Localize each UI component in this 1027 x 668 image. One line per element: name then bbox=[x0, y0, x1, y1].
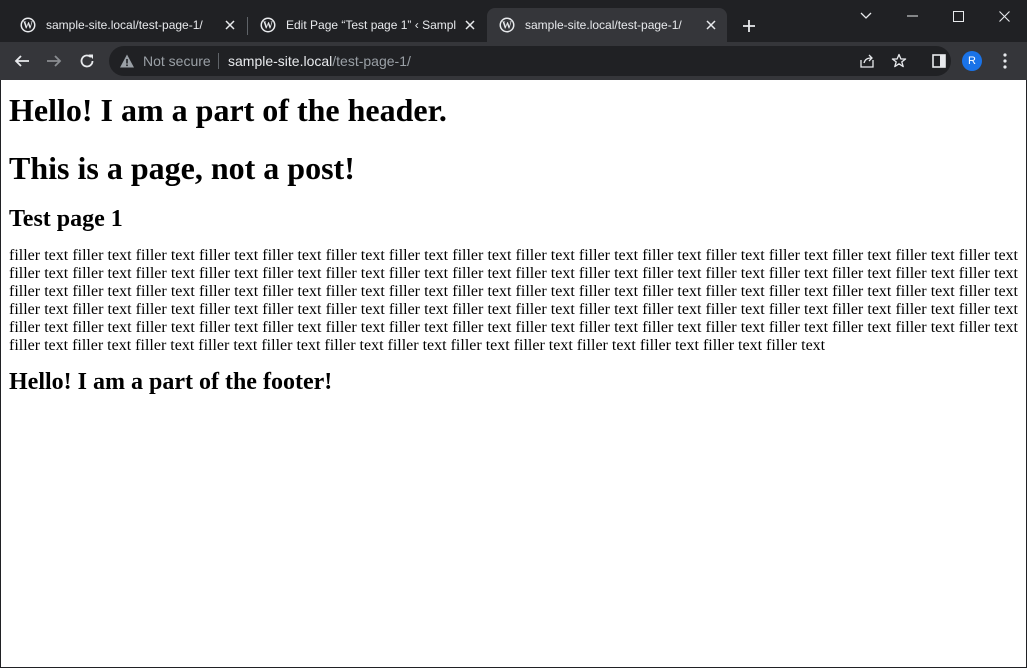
share-button[interactable] bbox=[858, 52, 876, 70]
close-icon[interactable] bbox=[222, 17, 238, 33]
security-label[interactable]: Not secure bbox=[143, 53, 211, 69]
minimize-button[interactable] bbox=[889, 0, 935, 32]
chevron-down-icon bbox=[860, 12, 872, 19]
browser-toolbar: Not secure sample-site.local/test-page-1… bbox=[0, 42, 1027, 80]
back-button[interactable] bbox=[10, 49, 34, 73]
warning-icon[interactable] bbox=[119, 53, 135, 69]
tab-test-page-1[interactable]: W sample-site.local/test-page-1/ bbox=[8, 8, 246, 42]
tab-search-button[interactable] bbox=[843, 0, 889, 32]
url-text[interactable]: sample-site.local/test-page-1/ bbox=[228, 53, 411, 69]
side-panel-button[interactable] bbox=[929, 51, 949, 71]
wordpress-icon: W bbox=[499, 17, 515, 33]
page-content: Hello! I am a part of the header. This i… bbox=[1, 80, 1026, 667]
close-window-button[interactable] bbox=[981, 0, 1027, 32]
close-icon[interactable] bbox=[462, 17, 478, 33]
close-icon bbox=[998, 10, 1010, 22]
plus-icon bbox=[743, 20, 755, 32]
maximize-button[interactable] bbox=[935, 0, 981, 32]
url-host: sample-site.local bbox=[228, 53, 333, 69]
header-heading: Hello! I am a part of the header. bbox=[9, 92, 447, 128]
page-heading: This is a page, not a post! bbox=[9, 150, 355, 186]
tab-title: Edit Page “Test page 1” ‹ Sample bbox=[286, 18, 456, 32]
close-icon[interactable] bbox=[703, 17, 719, 33]
url-path: /test-page-1/ bbox=[332, 53, 411, 69]
svg-text:W: W bbox=[23, 21, 33, 32]
wordpress-icon: W bbox=[260, 17, 276, 33]
profile-avatar[interactable]: R bbox=[962, 51, 982, 71]
arrow-left-icon bbox=[14, 55, 29, 67]
wordpress-icon: W bbox=[20, 17, 36, 33]
tab-active[interactable]: W sample-site.local/test-page-1/ bbox=[487, 8, 727, 42]
menu-button[interactable] bbox=[995, 51, 1015, 71]
reload-icon bbox=[80, 54, 94, 68]
forward-button[interactable] bbox=[42, 49, 66, 73]
tab-title: sample-site.local/test-page-1/ bbox=[46, 18, 203, 32]
bookmark-button[interactable] bbox=[890, 52, 908, 70]
side-panel-icon bbox=[932, 54, 946, 68]
browser-window: W sample-site.local/test-page-1/ W Edit … bbox=[0, 0, 1027, 668]
maximize-icon bbox=[952, 10, 964, 22]
tab-strip: W sample-site.local/test-page-1/ W Edit … bbox=[0, 0, 1027, 42]
more-vertical-icon bbox=[1003, 53, 1007, 69]
minimize-icon bbox=[906, 15, 918, 17]
svg-text:W: W bbox=[502, 21, 512, 32]
footer-heading: Hello! I am a part of the footer! bbox=[9, 369, 333, 395]
share-icon bbox=[860, 54, 874, 68]
star-icon bbox=[891, 53, 907, 68]
svg-text:W: W bbox=[263, 21, 273, 32]
reload-button[interactable] bbox=[75, 49, 99, 73]
omnibox-divider bbox=[218, 53, 219, 69]
page-body-text: filler text filler text filler text fill… bbox=[9, 247, 1018, 354]
tab-edit-page[interactable]: W Edit Page “Test page 1” ‹ Sample bbox=[248, 8, 486, 42]
tab-title: sample-site.local/test-page-1/ bbox=[525, 18, 682, 32]
arrow-right-icon bbox=[47, 55, 62, 67]
page-title: Test page 1 bbox=[9, 206, 123, 232]
new-tab-button[interactable] bbox=[738, 15, 760, 37]
address-bar[interactable]: Not secure sample-site.local/test-page-1… bbox=[109, 46, 951, 76]
